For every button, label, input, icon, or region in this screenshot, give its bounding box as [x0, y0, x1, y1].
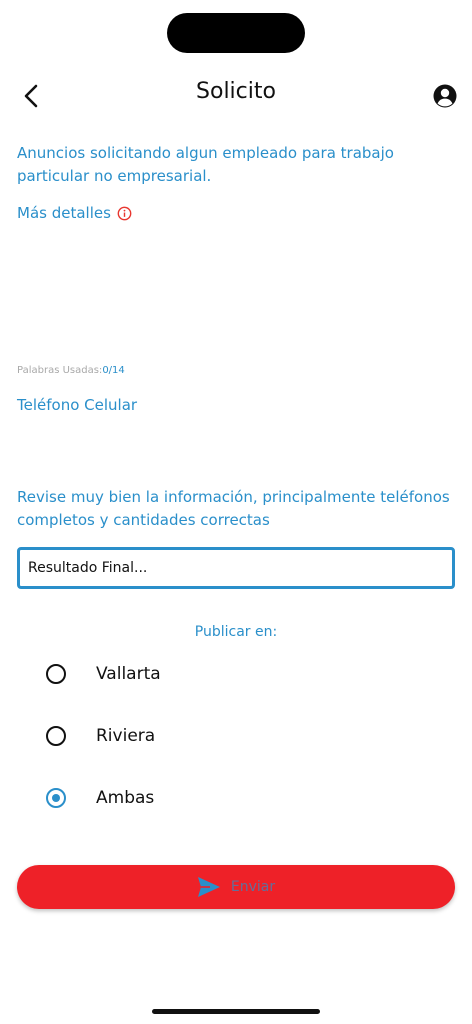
final-result-box[interactable]: Resultado Final...	[17, 547, 455, 589]
radio-option-vallarta[interactable]: Vallarta	[46, 662, 161, 686]
user-circle-icon	[433, 84, 457, 108]
dynamic-island	[167, 13, 305, 53]
radio-label: Riviera	[96, 726, 156, 746]
home-indicator	[152, 1009, 320, 1014]
publish-label: Publicar en:	[194, 624, 278, 640]
radio-button[interactable]	[46, 664, 66, 684]
info-icon	[117, 206, 132, 220]
word-counter-value: 0/14	[102, 365, 125, 376]
app-header: Solicito	[0, 70, 472, 122]
word-counter-label: Palabras Usadas:	[17, 365, 103, 376]
radio-label: Ambas	[96, 788, 155, 808]
category-description: Anuncios solicitando algun empleado para…	[17, 144, 394, 185]
radio-option-ambas[interactable]: Ambas	[46, 786, 154, 810]
radio-option-riviera[interactable]: Riviera	[46, 724, 155, 748]
send-button-label: Enviar	[230, 879, 276, 895]
profile-button[interactable]	[432, 83, 458, 109]
radio-button-selected[interactable]	[46, 788, 66, 808]
radio-button[interactable]	[46, 726, 66, 746]
review-note: Revise muy bien la información, principa…	[17, 488, 450, 529]
radio-label: Vallarta	[96, 664, 161, 684]
more-details-link[interactable]: Más detalles	[17, 204, 132, 222]
send-button[interactable]: Enviar	[17, 865, 455, 909]
final-result-text: Resultado Final...	[28, 560, 148, 576]
page-title: Solicito	[196, 79, 276, 104]
phone-field-label[interactable]: Teléfono Celular	[17, 396, 137, 414]
more-details-label: Más detalles	[17, 204, 111, 222]
word-counter: Palabras Usadas:0/14	[17, 365, 125, 376]
send-icon	[197, 877, 220, 897]
